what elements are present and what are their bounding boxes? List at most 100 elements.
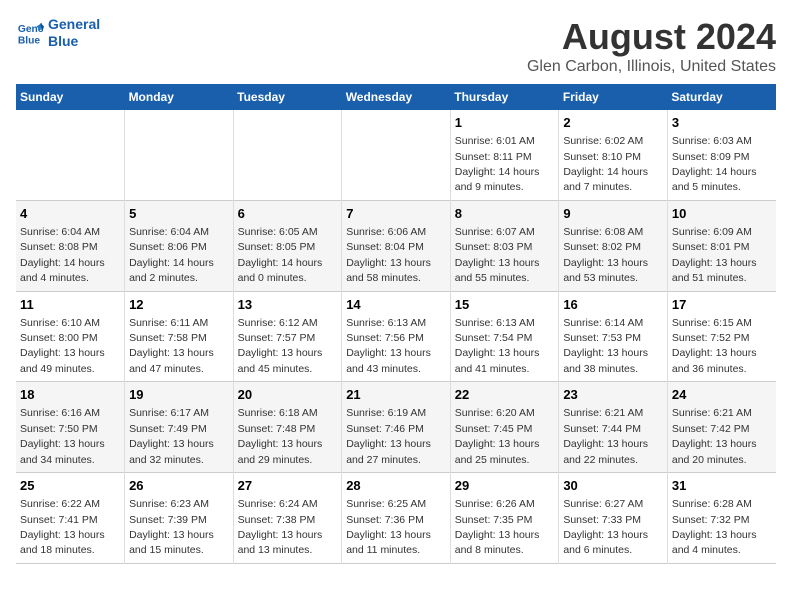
calendar-week-row: 4 Sunrise: 6:04 AM Sunset: 8:08 PM Dayli… [16, 200, 776, 291]
daylight-text: Daylight: 13 hours and 25 minutes. [455, 438, 540, 465]
sunrise-text: Sunrise: 6:25 AM [346, 498, 426, 510]
sunset-text: Sunset: 7:57 PM [238, 332, 316, 344]
sunset-text: Sunset: 7:53 PM [563, 332, 641, 344]
calendar-cell [233, 110, 342, 200]
sunset-text: Sunset: 7:54 PM [455, 332, 533, 344]
calendar-cell: 8 Sunrise: 6:07 AM Sunset: 8:03 PM Dayli… [450, 200, 559, 291]
calendar-cell: 26 Sunrise: 6:23 AM Sunset: 7:39 PM Dayl… [125, 473, 234, 564]
calendar-subtitle: Glen Carbon, Illinois, United States [527, 58, 776, 76]
calendar-title: August 2024 [527, 16, 776, 58]
daylight-text: Daylight: 13 hours and 47 minutes. [129, 347, 214, 374]
calendar-cell: 9 Sunrise: 6:08 AM Sunset: 8:02 PM Dayli… [559, 200, 668, 291]
calendar-cell: 20 Sunrise: 6:18 AM Sunset: 7:48 PM Dayl… [233, 382, 342, 473]
calendar-cell: 3 Sunrise: 6:03 AM Sunset: 8:09 PM Dayli… [667, 110, 776, 200]
column-header-saturday: Saturday [667, 84, 776, 110]
day-number: 8 [455, 205, 555, 223]
daylight-text: Daylight: 13 hours and 13 minutes. [238, 529, 323, 556]
daylight-text: Daylight: 13 hours and 38 minutes. [563, 347, 648, 374]
daylight-text: Daylight: 13 hours and 20 minutes. [672, 438, 757, 465]
day-number: 5 [129, 205, 229, 223]
day-number: 17 [672, 296, 772, 314]
sunset-text: Sunset: 7:56 PM [346, 332, 424, 344]
day-number: 26 [129, 477, 229, 495]
sunrise-text: Sunrise: 6:04 AM [20, 226, 100, 238]
sunrise-text: Sunrise: 6:06 AM [346, 226, 426, 238]
calendar-cell [16, 110, 125, 200]
sunrise-text: Sunrise: 6:24 AM [238, 498, 318, 510]
daylight-text: Daylight: 13 hours and 4 minutes. [672, 529, 757, 556]
sunset-text: Sunset: 7:58 PM [129, 332, 207, 344]
sunrise-text: Sunrise: 6:28 AM [672, 498, 752, 510]
calendar-cell: 27 Sunrise: 6:24 AM Sunset: 7:38 PM Dayl… [233, 473, 342, 564]
daylight-text: Daylight: 14 hours and 9 minutes. [455, 166, 540, 193]
daylight-text: Daylight: 13 hours and 49 minutes. [20, 347, 105, 374]
calendar-cell: 13 Sunrise: 6:12 AM Sunset: 7:57 PM Dayl… [233, 291, 342, 382]
day-number: 19 [129, 386, 229, 404]
sunrise-text: Sunrise: 6:22 AM [20, 498, 100, 510]
daylight-text: Daylight: 13 hours and 53 minutes. [563, 257, 648, 284]
sunset-text: Sunset: 7:44 PM [563, 423, 641, 435]
sunrise-text: Sunrise: 6:14 AM [563, 317, 643, 329]
day-number: 23 [563, 386, 663, 404]
daylight-text: Daylight: 13 hours and 22 minutes. [563, 438, 648, 465]
sunset-text: Sunset: 7:32 PM [672, 514, 750, 526]
calendar-cell: 19 Sunrise: 6:17 AM Sunset: 7:49 PM Dayl… [125, 382, 234, 473]
logo-icon: General Blue [16, 19, 44, 47]
daylight-text: Daylight: 13 hours and 55 minutes. [455, 257, 540, 284]
sunrise-text: Sunrise: 6:17 AM [129, 407, 209, 419]
sunrise-text: Sunrise: 6:16 AM [20, 407, 100, 419]
calendar-cell: 21 Sunrise: 6:19 AM Sunset: 7:46 PM Dayl… [342, 382, 451, 473]
calendar-cell [342, 110, 451, 200]
sunset-text: Sunset: 8:04 PM [346, 241, 424, 253]
sunset-text: Sunset: 7:38 PM [238, 514, 316, 526]
sunset-text: Sunset: 8:03 PM [455, 241, 533, 253]
calendar-week-row: 18 Sunrise: 6:16 AM Sunset: 7:50 PM Dayl… [16, 382, 776, 473]
day-number: 27 [238, 477, 338, 495]
sunset-text: Sunset: 8:11 PM [455, 151, 532, 163]
column-header-sunday: Sunday [16, 84, 125, 110]
calendar-cell: 1 Sunrise: 6:01 AM Sunset: 8:11 PM Dayli… [450, 110, 559, 200]
day-number: 28 [346, 477, 446, 495]
calendar-cell: 5 Sunrise: 6:04 AM Sunset: 8:06 PM Dayli… [125, 200, 234, 291]
day-number: 29 [455, 477, 555, 495]
day-number: 16 [563, 296, 663, 314]
calendar-cell: 18 Sunrise: 6:16 AM Sunset: 7:50 PM Dayl… [16, 382, 125, 473]
sunrise-text: Sunrise: 6:01 AM [455, 135, 535, 147]
daylight-text: Daylight: 13 hours and 36 minutes. [672, 347, 757, 374]
day-number: 20 [238, 386, 338, 404]
daylight-text: Daylight: 13 hours and 41 minutes. [455, 347, 540, 374]
daylight-text: Daylight: 13 hours and 27 minutes. [346, 438, 431, 465]
daylight-text: Daylight: 13 hours and 51 minutes. [672, 257, 757, 284]
calendar-cell: 23 Sunrise: 6:21 AM Sunset: 7:44 PM Dayl… [559, 382, 668, 473]
sunset-text: Sunset: 7:52 PM [672, 332, 750, 344]
title-area: August 2024 Glen Carbon, Illinois, Unite… [527, 16, 776, 76]
sunrise-text: Sunrise: 6:09 AM [672, 226, 752, 238]
day-number: 3 [672, 114, 772, 132]
calendar-header-row: SundayMondayTuesdayWednesdayThursdayFrid… [16, 84, 776, 110]
day-number: 24 [672, 386, 772, 404]
calendar-cell: 12 Sunrise: 6:11 AM Sunset: 7:58 PM Dayl… [125, 291, 234, 382]
sunset-text: Sunset: 7:42 PM [672, 423, 750, 435]
column-header-monday: Monday [125, 84, 234, 110]
day-number: 21 [346, 386, 446, 404]
day-number: 15 [455, 296, 555, 314]
sunset-text: Sunset: 7:50 PM [20, 423, 98, 435]
calendar-cell: 31 Sunrise: 6:28 AM Sunset: 7:32 PM Dayl… [667, 473, 776, 564]
sunrise-text: Sunrise: 6:02 AM [563, 135, 643, 147]
calendar-cell: 24 Sunrise: 6:21 AM Sunset: 7:42 PM Dayl… [667, 382, 776, 473]
day-number: 10 [672, 205, 772, 223]
sunset-text: Sunset: 8:02 PM [563, 241, 641, 253]
calendar-cell: 22 Sunrise: 6:20 AM Sunset: 7:45 PM Dayl… [450, 382, 559, 473]
calendar-cell: 4 Sunrise: 6:04 AM Sunset: 8:08 PM Dayli… [16, 200, 125, 291]
column-header-wednesday: Wednesday [342, 84, 451, 110]
sunset-text: Sunset: 7:33 PM [563, 514, 641, 526]
daylight-text: Daylight: 13 hours and 18 minutes. [20, 529, 105, 556]
day-number: 4 [20, 205, 120, 223]
daylight-text: Daylight: 14 hours and 2 minutes. [129, 257, 214, 284]
calendar-cell: 25 Sunrise: 6:22 AM Sunset: 7:41 PM Dayl… [16, 473, 125, 564]
daylight-text: Daylight: 14 hours and 7 minutes. [563, 166, 648, 193]
calendar-cell: 28 Sunrise: 6:25 AM Sunset: 7:36 PM Dayl… [342, 473, 451, 564]
sunrise-text: Sunrise: 6:11 AM [129, 317, 208, 329]
calendar-cell [125, 110, 234, 200]
sunset-text: Sunset: 8:06 PM [129, 241, 207, 253]
